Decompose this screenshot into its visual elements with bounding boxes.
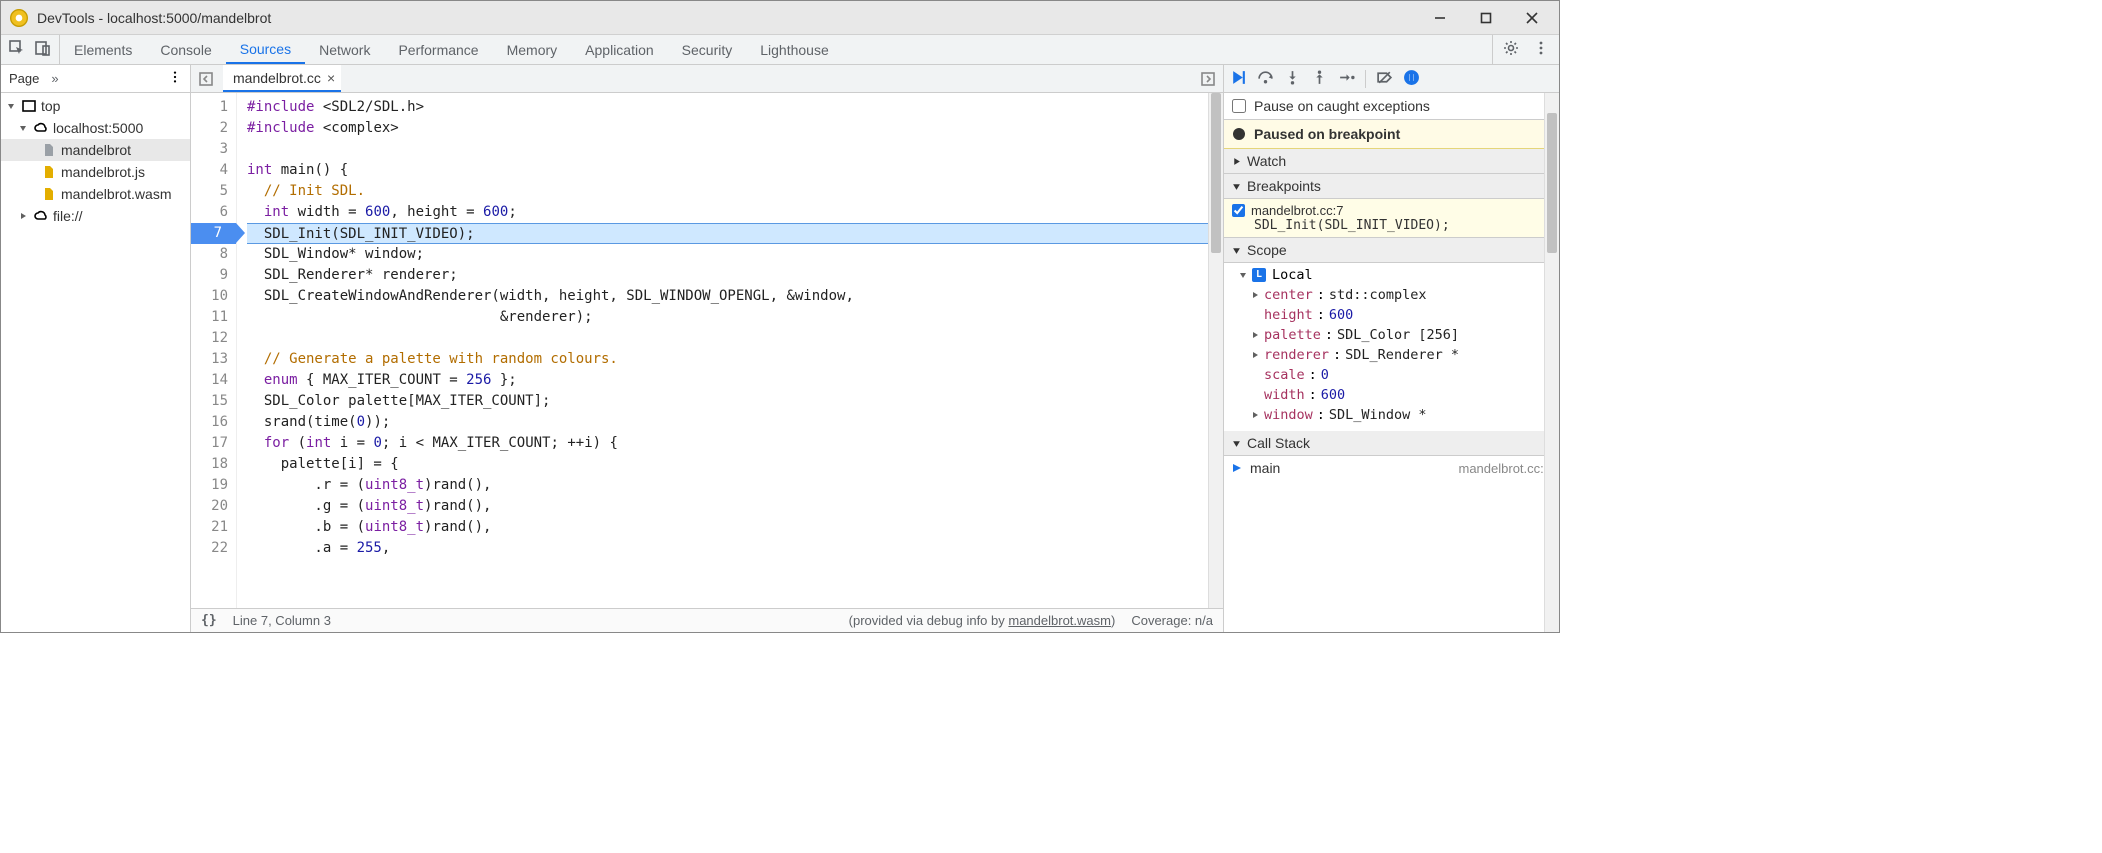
tree-file-label: mandelbrot.wasm [61,186,172,202]
tree-file-mandelbrot-wasm[interactable]: mandelbrot.wasm [1,183,190,205]
frame-icon [21,99,37,113]
pause-on-exceptions-button[interactable] [1403,69,1420,89]
step-out-button[interactable] [1311,69,1328,89]
scope-var-height[interactable]: height: 600 [1232,305,1559,325]
tree-file-label: mandelbrot [61,142,131,158]
scope-var-scale[interactable]: scale: 0 [1232,365,1559,385]
scope-label: Scope [1247,242,1287,258]
editor-tab-label: mandelbrot.cc [233,70,321,86]
devtools-app-icon [9,8,29,28]
step-button[interactable] [1338,69,1355,89]
device-toggle-icon[interactable] [35,40,51,59]
watch-section-header[interactable]: Watch [1224,149,1559,174]
tree-origin-label: localhost:5000 [53,120,143,136]
sources-sidebar: Page » top localhost:5000 mandelbrot [1,65,191,632]
close-icon[interactable]: × [327,70,335,86]
window-title: DevTools - localhost:5000/mandelbrot [37,10,1417,26]
callstack-section-header[interactable]: Call Stack [1224,431,1559,456]
main-tab-lighthouse[interactable]: Lighthouse [746,35,843,64]
tree-origin[interactable]: localhost:5000 [1,117,190,139]
more-menu-icon[interactable] [1533,40,1549,59]
local-badge-icon: L [1252,268,1266,282]
watch-label: Watch [1247,153,1286,169]
sidebar-menu-icon[interactable] [168,70,182,87]
right-scrollbar[interactable] [1544,93,1559,632]
pause-on-caught-row[interactable]: Pause on caught exceptions [1224,93,1559,120]
breakpoints-section-header[interactable]: Breakpoints [1224,174,1559,199]
main-panel-tabs: ElementsConsoleSourcesNetworkPerformance… [1,35,1559,65]
window-close-button[interactable] [1509,2,1555,34]
scope-local-row[interactable]: L Local [1232,265,1559,285]
window-maximize-button[interactable] [1463,2,1509,34]
debug-src-link[interactable]: mandelbrot.wasm [1008,613,1111,628]
pause-on-caught-label: Pause on caught exceptions [1254,98,1430,114]
step-over-button[interactable] [1257,69,1274,89]
editor-scrollbar[interactable] [1208,93,1223,608]
callstack-frame-location: mandelbrot.cc:7 [1459,461,1552,476]
titlebar: DevTools - localhost:5000/mandelbrot [1,1,1559,35]
debug-source-info: (provided via debug info by mandelbrot.w… [849,613,1116,628]
cloud-icon [33,121,49,135]
editor-nav-fwd-icon[interactable] [1197,68,1219,90]
resume-button[interactable] [1230,69,1247,89]
tree-file-label: mandelbrot.js [61,164,145,180]
main-tab-security[interactable]: Security [668,35,747,64]
breakpoint-code: SDL_Init(SDL_INIT_VIDEO); [1232,218,1548,233]
scope-section-header[interactable]: Scope [1224,238,1559,263]
editor-tab-mandelbrot-cc[interactable]: mandelbrot.cc × [223,65,341,92]
cloud-icon [33,209,49,223]
callstack-frame[interactable]: main mandelbrot.cc:7 [1224,456,1559,480]
cursor-position: Line 7, Column 3 [233,613,331,628]
paused-banner: Paused on breakpoint [1224,120,1559,149]
source-code[interactable]: #include <SDL2/SDL.h>#include <complex>i… [237,93,1208,608]
callstack-frame-name: main [1250,460,1451,476]
scope-body: L Local center: std::complexheight: 600p… [1224,263,1559,431]
settings-gear-icon[interactable] [1503,40,1519,59]
main-tab-application[interactable]: Application [571,35,668,64]
callstack-label: Call Stack [1247,435,1310,451]
script-icon [41,187,57,201]
main-tab-network[interactable]: Network [305,35,384,64]
main-tab-console[interactable]: Console [146,35,225,64]
tree-file-origin-label: file:// [53,208,83,224]
inspect-element-icon[interactable] [9,40,25,59]
breakpoints-label: Breakpoints [1247,178,1321,194]
sidebar-tab-page[interactable]: Page [9,71,39,86]
pretty-print-button[interactable]: {} [201,613,217,628]
scope-local-label: Local [1272,265,1313,285]
breakpoint-item[interactable]: mandelbrot.cc:7 SDL_Init(SDL_INIT_VIDEO)… [1224,199,1559,238]
editor-statusbar: {} Line 7, Column 3 (provided via debug … [191,608,1223,632]
paused-text: Paused on breakpoint [1254,126,1400,142]
deactivate-breakpoints-button[interactable] [1376,69,1393,89]
breakpoint-location: mandelbrot.cc:7 [1251,203,1344,218]
scope-var-palette[interactable]: palette: SDL_Color [256] [1232,325,1559,345]
scope-var-center[interactable]: center: std::complex [1232,285,1559,305]
scope-var-renderer[interactable]: renderer: SDL_Renderer * [1232,345,1559,365]
main-tab-memory[interactable]: Memory [493,35,572,64]
editor-nav-back-icon[interactable] [195,68,217,90]
main-tab-sources[interactable]: Sources [226,35,305,64]
tree-top[interactable]: top [1,95,190,117]
document-icon [41,143,57,157]
tree-file-origin[interactable]: file:// [1,205,190,227]
sidebar-more-tabs[interactable]: » [51,71,58,86]
main-tab-performance[interactable]: Performance [384,35,492,64]
window-minimize-button[interactable] [1417,2,1463,34]
editor-pane: mandelbrot.cc × 123456789101112131415161… [191,65,1224,632]
scope-var-window[interactable]: window: SDL_Window * [1232,405,1559,425]
file-tree: top localhost:5000 mandelbrot mandelbrot… [1,93,190,229]
coverage-info: Coverage: n/a [1131,613,1213,628]
debugger-pane: Pause on caught exceptions Paused on bre… [1224,65,1559,632]
tree-file-mandelbrot[interactable]: mandelbrot [1,139,190,161]
tree-top-label: top [41,98,60,114]
tree-file-mandelbrot-js[interactable]: mandelbrot.js [1,161,190,183]
scope-var-width[interactable]: width: 600 [1232,385,1559,405]
script-icon [41,165,57,179]
step-into-button[interactable] [1284,69,1301,89]
pause-on-caught-checkbox[interactable] [1232,99,1246,113]
line-gutter[interactable]: 12345678910111213141516171819202122 [191,93,237,608]
breakpoint-checkbox[interactable] [1232,204,1245,217]
main-tab-elements[interactable]: Elements [60,35,146,64]
